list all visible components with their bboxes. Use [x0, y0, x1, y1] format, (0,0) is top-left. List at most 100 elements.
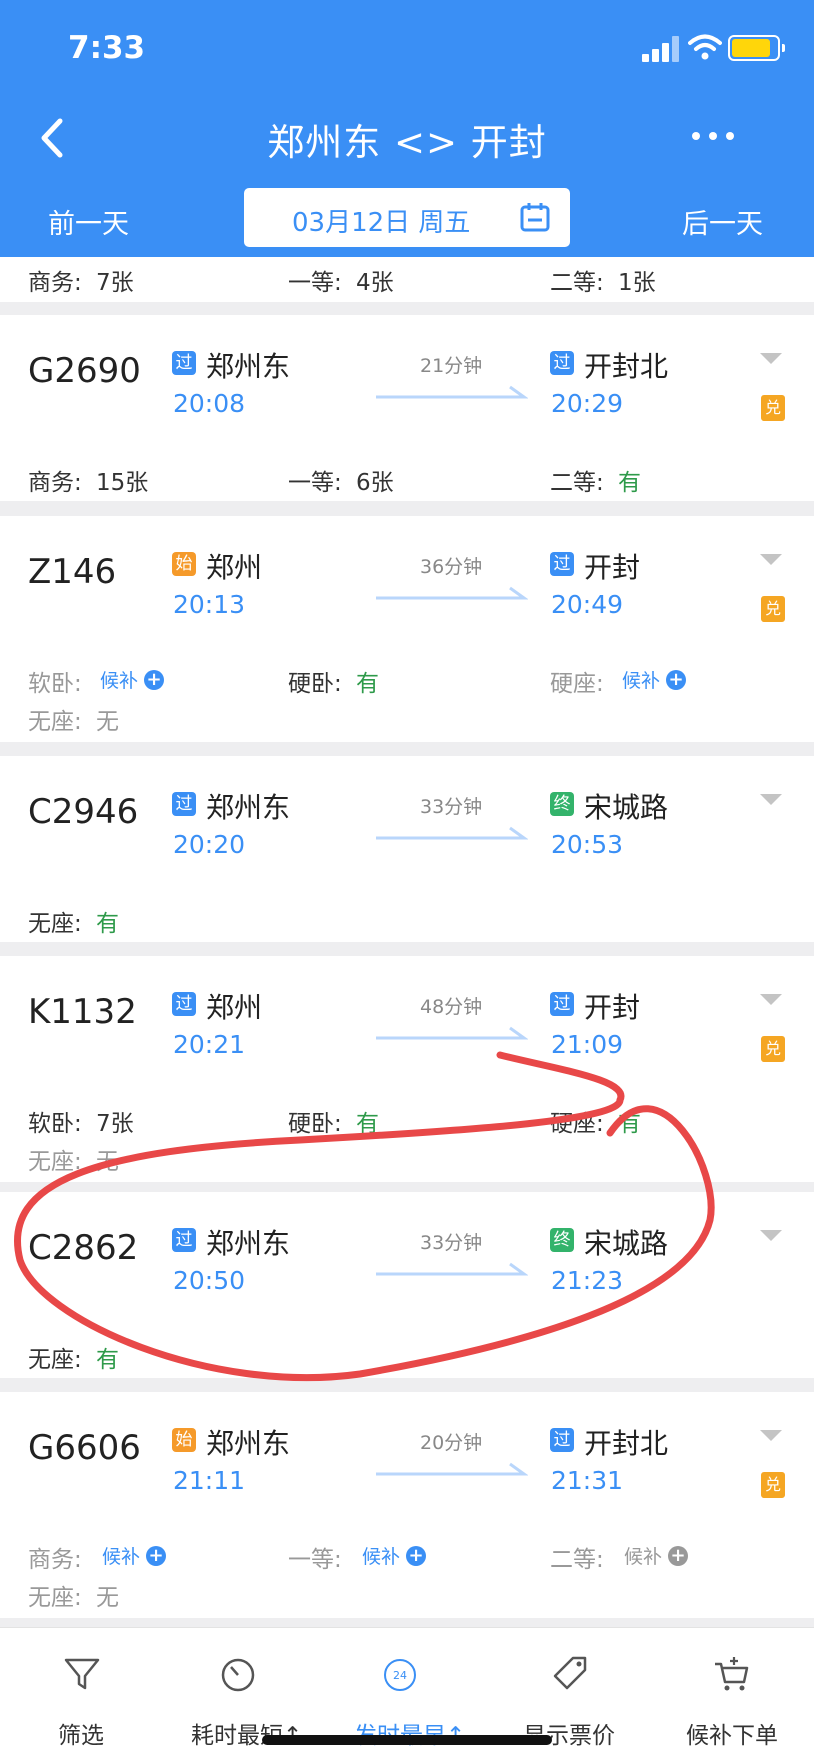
departure-time: 21:11 — [173, 1466, 246, 1495]
prev-day-button[interactable]: 前一天 — [48, 202, 129, 241]
departure-time: 20:21 — [173, 1030, 246, 1059]
seat-value: 6张 — [356, 470, 394, 496]
direction-arrow-icon — [376, 826, 528, 840]
cart-plus-icon — [715, 1657, 749, 1691]
direction-arrow-icon — [376, 385, 528, 399]
tab-filter[interactable]: 筛选 — [0, 1628, 163, 1749]
train-card-partial[interactable]: 商务: 7张 一等: 4张 二等: 1张 — [0, 257, 814, 302]
train-number: Z146 — [28, 552, 117, 592]
start-badge: 始 — [172, 1428, 196, 1452]
wifi-icon — [688, 34, 722, 60]
battery-icon — [728, 35, 785, 61]
more-options-icon[interactable] — [690, 122, 736, 148]
date-picker[interactable]: 03月12日 周五 — [244, 188, 570, 247]
train-number: G6606 — [28, 1428, 141, 1468]
plus-icon: + — [144, 670, 165, 690]
seat-value: 无 — [96, 1149, 119, 1175]
train-card[interactable]: G6606 始 郑州东 21:11 20分钟 过 开封北 21:31 兑 商务:… — [0, 1392, 814, 1618]
arrival-station: 开封 — [584, 551, 641, 584]
clock-24-icon: 24 — [384, 1659, 416, 1691]
timer-icon — [221, 1658, 255, 1692]
arrival-time: 21:23 — [551, 1266, 624, 1295]
pass-badge: 过 — [550, 1428, 574, 1452]
seat-label: 商务: — [28, 1547, 82, 1573]
seat-value: 1张 — [618, 270, 656, 296]
seat-label: 硬座: — [550, 671, 604, 697]
departure-time: 20:08 — [173, 389, 246, 418]
train-card[interactable]: C2862 过 郑州东 20:50 33分钟 终 宋城路 21:23 无座: 有 — [0, 1192, 814, 1378]
train-card[interactable]: Z146 始 郑州 20:13 36分钟 过 开封 20:49 兑 软卧: 候补… — [0, 516, 814, 742]
pass-badge: 过 — [172, 992, 196, 1016]
waitlist-button[interactable]: 候补 + — [362, 1542, 427, 1569]
chevron-down-icon[interactable] — [760, 794, 782, 805]
tab-earliest-departure[interactable]: 24 发时最早↑ — [326, 1628, 489, 1749]
departure-time: 20:50 — [173, 1266, 246, 1295]
arrival-time: 21:31 — [551, 1466, 624, 1495]
pass-badge: 过 — [550, 552, 574, 576]
departure-station: 郑州东 — [206, 1227, 291, 1260]
waitlist-button[interactable]: 候补 + — [624, 1542, 689, 1569]
departure-time: 20:20 — [173, 830, 246, 859]
seat-value: 有 — [618, 1111, 641, 1137]
arrival-station: 开封北 — [584, 1427, 669, 1460]
arrival-station: 开封 — [584, 991, 641, 1024]
plus-icon: + — [146, 1546, 167, 1566]
end-badge: 终 — [550, 1228, 574, 1252]
departure-station: 郑州东 — [206, 791, 291, 824]
date-label: 03月12日 周五 — [292, 208, 471, 238]
chevron-down-icon[interactable] — [760, 1230, 782, 1241]
train-card[interactable]: G2690 过 郑州东 20:08 21分钟 过 开封北 20:29 兑 商务:… — [0, 315, 814, 501]
exchange-badge: 兑 — [761, 596, 785, 622]
train-card[interactable]: K1132 过 郑州 20:21 48分钟 过 开封 21:09 兑 软卧: 7… — [0, 956, 814, 1182]
seat-label: 硬卧: — [288, 1111, 342, 1137]
arrival-time: 20:29 — [551, 389, 624, 418]
status-time: 7:33 — [68, 30, 146, 66]
train-list[interactable]: 商务: 7张 一等: 4张 二等: 1张 G2690 过 郑州东 20:08 2… — [0, 257, 814, 1627]
home-indicator — [262, 1735, 552, 1745]
chevron-down-icon[interactable] — [760, 554, 782, 565]
departure-time: 20:13 — [173, 590, 246, 619]
train-number: C2862 — [28, 1228, 139, 1268]
seat-value: 有 — [356, 1111, 379, 1137]
train-card[interactable]: C2946 过 郑州东 20:20 33分钟 终 宋城路 20:53 无座: 有 — [0, 756, 814, 942]
pass-badge: 过 — [172, 792, 196, 816]
status-bar: 7:33 — [0, 0, 814, 100]
chevron-down-icon[interactable] — [760, 994, 782, 1005]
seat-value: 无 — [96, 1585, 119, 1611]
seat-value: 有 — [618, 470, 641, 496]
chevron-down-icon[interactable] — [760, 1430, 782, 1441]
pass-badge: 过 — [172, 351, 196, 375]
arrival-station: 开封北 — [584, 350, 669, 383]
pass-badge: 过 — [550, 992, 574, 1016]
seat-label: 无座: — [28, 1585, 82, 1611]
plus-icon: + — [668, 1546, 689, 1566]
next-day-button[interactable]: 后一天 — [682, 202, 763, 241]
seat-value: 候补 — [622, 670, 661, 692]
trip-duration: 33分钟 — [420, 796, 483, 818]
seat-label: 一等: — [288, 470, 342, 496]
seat-label: 二等: — [550, 1547, 604, 1573]
filter-icon — [64, 1658, 100, 1690]
waitlist-button[interactable]: 候补 + — [622, 666, 687, 693]
seat-value: 有 — [96, 911, 119, 937]
svg-text:24: 24 — [393, 1669, 407, 1682]
seat-label: 商务: — [28, 470, 82, 496]
seat-value: 4张 — [356, 270, 394, 296]
direction-arrow-icon — [376, 1262, 528, 1276]
arrival-station: 宋城路 — [584, 1227, 669, 1260]
cellular-signal-icon — [642, 36, 682, 62]
calendar-icon — [520, 203, 550, 232]
seat-value: 候补 — [362, 1546, 401, 1568]
departure-station: 郑州 — [206, 551, 263, 584]
seat-label: 二等: — [550, 470, 604, 496]
tab-waitlist-order[interactable]: 候补下单 — [652, 1628, 814, 1749]
tab-shortest-duration[interactable]: 耗时最短↑ — [163, 1628, 326, 1749]
waitlist-button[interactable]: 候补 + — [100, 666, 165, 693]
seat-value: 候补 — [102, 1546, 141, 1568]
tab-show-price[interactable]: 显示票价 — [489, 1628, 652, 1749]
trip-duration: 33分钟 — [420, 1232, 483, 1254]
chevron-down-icon[interactable] — [760, 353, 782, 364]
waitlist-button[interactable]: 候补 + — [102, 1542, 167, 1569]
header: 7:33 郑州东 <> 开封 前一天 03月12日 周五 后一天 — [0, 0, 814, 257]
exchange-badge: 兑 — [761, 1472, 785, 1498]
